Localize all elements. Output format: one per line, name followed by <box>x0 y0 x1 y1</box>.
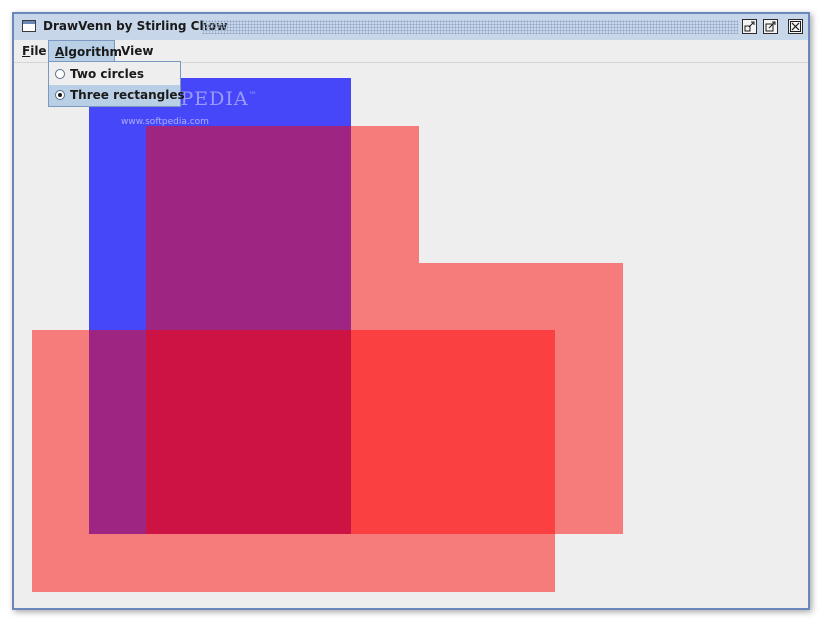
menu-bar: File Algorithm View <box>14 40 808 63</box>
menu-item-label: Two circles <box>70 67 145 81</box>
menu-algorithm-mnemonic: A <box>55 45 65 59</box>
menu-item-three-rectangles[interactable]: Three rectangles <box>49 85 185 106</box>
maximize-icon <box>765 21 776 32</box>
close-button[interactable] <box>788 19 803 34</box>
window-title: DrawVenn by Stirling Chow <box>43 19 228 33</box>
menu-view-label: View <box>121 44 154 58</box>
title-bar[interactable]: DrawVenn by Stirling Chow <box>14 14 808 41</box>
venn-rectangle-red-lower <box>32 330 555 592</box>
menu-file-mnemonic: F <box>22 44 31 58</box>
menu-algorithm-label: lgorithm <box>64 45 123 59</box>
menu-file[interactable]: File <box>16 40 48 62</box>
drawing-canvas[interactable]: SOFTPEDIA™ www.softpedia.com <box>14 63 808 608</box>
menu-view[interactable]: View <box>115 40 159 62</box>
minimize-button[interactable] <box>742 19 757 34</box>
venn-region-notch <box>419 126 625 263</box>
app-window: DrawVenn by Stirling Chow File Algorithm… <box>12 12 810 610</box>
watermark-trademark: ™ <box>248 90 258 100</box>
minimize-icon <box>744 21 755 32</box>
algorithm-dropdown-menu: Two circles Three rectangles <box>48 61 185 107</box>
radio-unchecked-icon[interactable] <box>55 69 65 79</box>
menu-algorithm[interactable]: Algorithm <box>48 40 122 62</box>
menu-file-label: ile <box>30 44 47 58</box>
menu-item-two-circles[interactable]: Two circles <box>49 64 180 85</box>
menu-item-label: Three rectangles <box>70 88 185 102</box>
maximize-button[interactable] <box>763 19 778 34</box>
window-icon[interactable] <box>22 20 36 32</box>
title-bar-texture <box>202 20 738 34</box>
close-icon <box>790 21 801 32</box>
watermark-url: www.softpedia.com <box>121 117 209 127</box>
radio-checked-icon[interactable] <box>55 90 65 100</box>
